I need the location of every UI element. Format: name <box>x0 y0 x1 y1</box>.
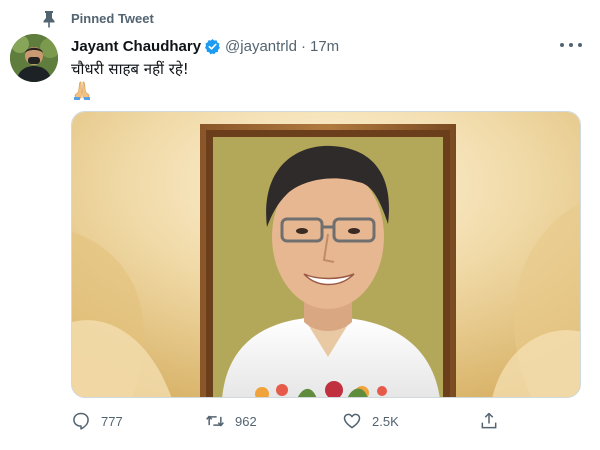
tweet-media-image[interactable] <box>71 111 581 398</box>
share-icon <box>481 412 497 429</box>
more-options-button[interactable] <box>560 36 582 54</box>
like-button[interactable]: 2.5K <box>342 406 399 436</box>
retweet-count: 962 <box>235 413 257 429</box>
retweet-button[interactable]: 962 <box>205 406 257 436</box>
like-icon <box>343 413 361 429</box>
share-button[interactable] <box>479 406 499 436</box>
avatar[interactable] <box>10 34 58 82</box>
separator-dot: · <box>300 37 306 55</box>
avatar-image <box>10 34 58 82</box>
retweet-icon <box>206 415 224 427</box>
tweet-header: Jayant Chaudhary @jayantrld · 17m <box>71 36 339 56</box>
tweet-timestamp[interactable]: 17m <box>310 38 339 55</box>
like-count: 2.5K <box>372 413 399 429</box>
author-name[interactable]: Jayant Chaudhary <box>71 38 201 55</box>
author-handle[interactable]: @jayantrld <box>225 38 297 55</box>
reply-count: 777 <box>101 413 123 429</box>
tweet-text: चौधरी साहब नहीं रहे! <box>71 60 189 78</box>
pinned-tweet-label: Pinned Tweet <box>71 11 154 26</box>
folded-hands-icon <box>74 81 90 100</box>
reply-icon <box>73 412 89 430</box>
more-dot-icon <box>560 43 564 47</box>
pin-icon <box>43 11 55 28</box>
more-dot-icon <box>578 43 582 47</box>
portrait-photo <box>72 112 580 397</box>
verified-badge-icon <box>205 38 220 54</box>
more-dot-icon <box>569 43 573 47</box>
reply-button[interactable]: 777 <box>71 406 123 436</box>
tweet-actions-bar: 777 962 2.5K <box>71 406 511 436</box>
